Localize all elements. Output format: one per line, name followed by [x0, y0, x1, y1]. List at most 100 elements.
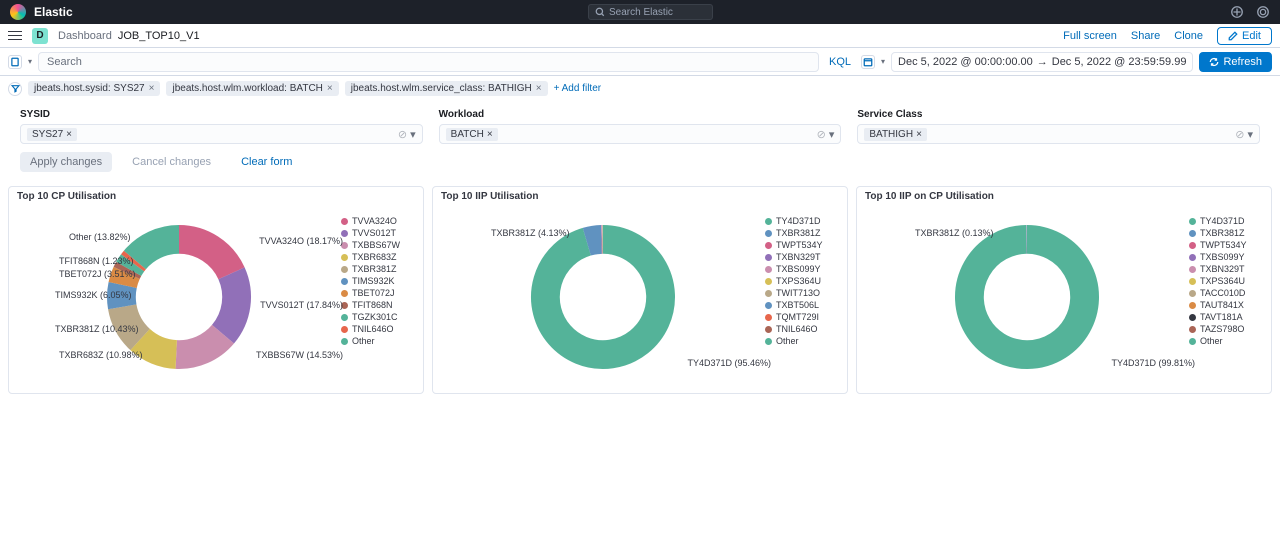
share-link[interactable]: Share: [1131, 30, 1160, 42]
legend-item[interactable]: TY4D371D: [765, 216, 839, 226]
legend-item[interactable]: TXBN329T: [765, 252, 839, 262]
legend-item[interactable]: TWPT534Y: [1189, 240, 1263, 250]
legend-item[interactable]: Other: [1189, 336, 1263, 346]
filter-bar: jbeats.host.sysid: SYS27× jbeats.host.wl…: [0, 76, 1280, 101]
global-search[interactable]: Search Elastic: [588, 4, 713, 20]
control-select[interactable]: SYS27× ⊘▾: [20, 124, 423, 144]
legend-dot: [1189, 254, 1196, 261]
filter-pill[interactable]: jbeats.host.sysid: SYS27×: [28, 81, 160, 96]
control-sysid: SYSID SYS27× ⊘▾: [20, 109, 423, 144]
legend-item[interactable]: TBET072J: [341, 288, 415, 298]
legend-label: TAVT181A: [1200, 312, 1243, 322]
chevron-down-icon[interactable]: ▾: [28, 57, 32, 66]
chevron-down-icon[interactable]: ▾: [829, 128, 835, 141]
clone-link[interactable]: Clone: [1174, 30, 1203, 42]
clear-button[interactable]: Clear form: [231, 152, 302, 172]
query-input[interactable]: Search: [38, 52, 819, 72]
control-workload: Workload BATCH× ⊘▾: [439, 109, 842, 144]
legend-item[interactable]: TAZS798O: [1189, 324, 1263, 334]
legend-item[interactable]: TXBR381Z: [765, 228, 839, 238]
legend-item[interactable]: TVVA324O: [341, 216, 415, 226]
legend-dot: [765, 218, 772, 225]
legend-item[interactable]: TNIL646O: [341, 324, 415, 334]
legend-item[interactable]: TAVT181A: [1189, 312, 1263, 322]
legend-item[interactable]: TWPT534Y: [765, 240, 839, 250]
legend-item[interactable]: TFIT868N: [341, 300, 415, 310]
filter-pill[interactable]: jbeats.host.wlm.service_class: BATHIGH×: [345, 81, 548, 96]
close-icon[interactable]: ×: [327, 83, 333, 94]
panel-title: Top 10 CP Utilisation: [17, 191, 415, 202]
apply-button[interactable]: Apply changes: [20, 152, 112, 172]
legend-dot: [1189, 230, 1196, 237]
legend-label: Other: [1200, 336, 1223, 346]
legend-dot: [765, 254, 772, 261]
newsfeed-icon[interactable]: [1230, 5, 1244, 19]
legend-label: TWPT534Y: [776, 240, 823, 250]
legend-item[interactable]: TY4D371D: [1189, 216, 1263, 226]
query-bar: ▾ Search KQL ▾ Dec 5, 2022 @ 00:00:00.00…: [0, 48, 1280, 76]
legend-item[interactable]: TWIT713O: [765, 288, 839, 298]
close-icon[interactable]: ×: [149, 83, 155, 94]
chevron-down-icon[interactable]: ▾: [410, 128, 416, 141]
close-icon[interactable]: ×: [487, 129, 493, 140]
chevron-down-icon[interactable]: ▾: [1247, 128, 1253, 141]
saved-query-button[interactable]: [8, 55, 22, 69]
clear-icon[interactable]: ⊘: [398, 128, 407, 141]
control-label: Workload: [439, 109, 842, 120]
callout: TXBR683Z (10.98%): [59, 350, 143, 360]
legend-item[interactable]: Other: [341, 336, 415, 346]
legend-item[interactable]: TGZK301C: [341, 312, 415, 322]
callout: TIMS932K (6.05%): [55, 290, 132, 300]
legend-item[interactable]: TXBR683Z: [341, 252, 415, 262]
callout: TXBBS67W (14.53%): [256, 350, 343, 360]
close-icon[interactable]: ×: [66, 129, 72, 140]
legend-item[interactable]: TVVS012T: [341, 228, 415, 238]
nav-toggle[interactable]: [8, 28, 24, 44]
edit-button[interactable]: Edit: [1217, 27, 1272, 45]
legend-item[interactable]: TXBBS67W: [341, 240, 415, 250]
fullscreen-link[interactable]: Full screen: [1063, 30, 1117, 42]
kql-toggle[interactable]: KQL: [829, 56, 851, 68]
close-icon[interactable]: ×: [536, 83, 542, 94]
legend-item[interactable]: TXBR381Z: [341, 264, 415, 274]
legend-item[interactable]: TXBS099Y: [765, 264, 839, 274]
legend-item[interactable]: TXBN329T: [1189, 264, 1263, 274]
legend-dot: [765, 266, 772, 273]
callout: TFIT868N (1.23%): [59, 256, 134, 266]
help-icon[interactable]: [1256, 5, 1270, 19]
breadcrumb-parent[interactable]: Dashboard: [58, 30, 112, 42]
add-filter-link[interactable]: + Add filter: [554, 83, 602, 94]
callout: TXBR381Z (0.13%): [915, 228, 994, 238]
control-select[interactable]: BATHIGH× ⊘▾: [857, 124, 1260, 144]
filter-pill[interactable]: jbeats.host.wlm.workload: BATCH×: [166, 81, 338, 96]
close-icon[interactable]: ×: [916, 129, 922, 140]
cancel-button[interactable]: Cancel changes: [122, 152, 221, 172]
legend-item[interactable]: TAUT841X: [1189, 300, 1263, 310]
date-quick-button[interactable]: [861, 55, 875, 69]
control-select[interactable]: BATCH× ⊘▾: [439, 124, 842, 144]
legend-item[interactable]: TXBR381Z: [1189, 228, 1263, 238]
legend-label: TNIL646O: [776, 324, 818, 334]
refresh-button[interactable]: Refresh: [1199, 52, 1272, 72]
legend-item[interactable]: TACC010D: [1189, 288, 1263, 298]
legend-item[interactable]: TXPS364U: [1189, 276, 1263, 286]
global-header: Elastic Search Elastic: [0, 0, 1280, 24]
legend-item[interactable]: TIMS932K: [341, 276, 415, 286]
space-selector[interactable]: D: [32, 28, 48, 44]
panel-cp-util: Top 10 CP Utilisation TVVA324O (18.17%) …: [8, 186, 424, 394]
legend-item[interactable]: TNIL646O: [765, 324, 839, 334]
legend-item[interactable]: TQMT729I: [765, 312, 839, 322]
date-range[interactable]: Dec 5, 2022 @ 00:00:00.00 → Dec 5, 2022 …: [891, 52, 1193, 72]
legend-label: TACC010D: [1200, 288, 1245, 298]
filter-options-button[interactable]: [8, 82, 22, 96]
clear-icon[interactable]: ⊘: [817, 128, 826, 141]
legend-item[interactable]: TXBS099Y: [1189, 252, 1263, 262]
legend-item[interactable]: Other: [765, 336, 839, 346]
legend-item[interactable]: TXPS364U: [765, 276, 839, 286]
chevron-down-icon[interactable]: ▾: [881, 57, 885, 66]
legend-dot: [341, 338, 348, 345]
legend-label: TXBN329T: [1200, 264, 1245, 274]
controls-row: SYSID SYS27× ⊘▾ Workload BATCH× ⊘▾ Servi…: [0, 101, 1280, 152]
legend-item[interactable]: TXBT506L: [765, 300, 839, 310]
clear-icon[interactable]: ⊘: [1235, 128, 1244, 141]
